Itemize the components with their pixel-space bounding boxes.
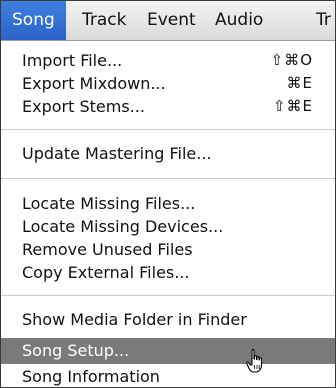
menu-item-label: Song Information bbox=[22, 367, 160, 386]
shortcut-label: ⌘E bbox=[286, 74, 313, 92]
hand-pointer-icon bbox=[246, 348, 263, 373]
menu-separator bbox=[1, 295, 335, 296]
menu-item-locate-missing-devices[interactable]: Locate Missing Devices... bbox=[1, 214, 335, 239]
menu-item-update-mastering-file[interactable]: Update Mastering File... bbox=[1, 141, 335, 166]
menu-audio[interactable]: Audio bbox=[204, 1, 274, 40]
menu-item-label: Import File... bbox=[22, 51, 123, 70]
menu-truncated[interactable]: Tr bbox=[305, 1, 335, 40]
menu-separator bbox=[1, 129, 335, 130]
menu-item-label: Remove Unused Files bbox=[22, 240, 193, 259]
menu-item-export-stems[interactable]: Export Stems... ⇧⌘E bbox=[1, 94, 335, 119]
menu-bar: Song Track Event Audio Tr bbox=[1, 1, 335, 41]
menu-item-label: Locate Missing Devices... bbox=[22, 217, 224, 236]
song-menu-dropdown: Import File... ⇧⌘O Export Mixdown... ⌘E … bbox=[1, 41, 335, 387]
menu-item-label: Update Mastering File... bbox=[22, 144, 212, 163]
menu-item-locate-missing-files[interactable]: Locate Missing Files... bbox=[1, 191, 335, 216]
menu-song[interactable]: Song bbox=[1, 1, 66, 40]
menu-item-label: Song Setup... bbox=[22, 341, 130, 360]
menu-item-song-information[interactable]: Song Information bbox=[1, 364, 335, 387]
menu-item-export-mixdown[interactable]: Export Mixdown... ⌘E bbox=[1, 71, 335, 96]
menu-item-label: Copy External Files... bbox=[22, 263, 190, 282]
menu-item-show-media-folder[interactable]: Show Media Folder in Finder bbox=[1, 307, 335, 332]
menu-separator bbox=[1, 178, 335, 179]
menu-track[interactable]: Track bbox=[71, 1, 137, 40]
shortcut-label: ⇧⌘E bbox=[272, 97, 313, 115]
menu-event[interactable]: Event bbox=[136, 1, 207, 40]
menu-item-label: Export Stems... bbox=[22, 97, 145, 116]
menu-item-label: Show Media Folder in Finder bbox=[22, 310, 247, 329]
menu-item-song-setup[interactable]: Song Setup... bbox=[1, 338, 335, 364]
menu-item-label: Export Mixdown... bbox=[22, 74, 166, 93]
menu-item-copy-external-files[interactable]: Copy External Files... bbox=[1, 260, 335, 285]
application-window: Song Track Event Audio Tr Import File...… bbox=[0, 0, 336, 388]
menu-item-label: Locate Missing Files... bbox=[22, 194, 196, 213]
shortcut-label: ⇧⌘O bbox=[270, 51, 313, 69]
menu-item-remove-unused-files[interactable]: Remove Unused Files bbox=[1, 237, 335, 262]
menu-item-import-file[interactable]: Import File... ⇧⌘O bbox=[1, 48, 335, 73]
